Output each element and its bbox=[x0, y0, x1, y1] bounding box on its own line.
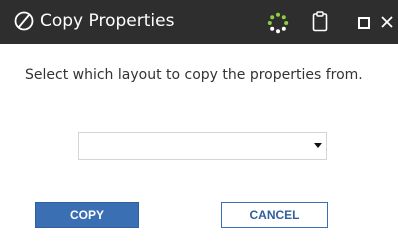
copy-properties-dialog: Copy Properties Select which layout to c… bbox=[0, 0, 398, 247]
instruction-text: Select which layout to copy the properti… bbox=[25, 67, 363, 83]
copy-button[interactable]: COPY bbox=[35, 202, 139, 228]
loading-spinner-icon bbox=[267, 12, 289, 34]
layout-select[interactable] bbox=[78, 132, 327, 160]
maximize-icon[interactable] bbox=[358, 17, 370, 29]
cancel-button[interactable]: CANCEL bbox=[221, 202, 328, 228]
dialog-titlebar: Copy Properties bbox=[0, 0, 398, 44]
dialog-title: Copy Properties bbox=[40, 11, 175, 31]
close-icon[interactable] bbox=[380, 12, 398, 32]
clipboard-icon[interactable] bbox=[312, 11, 328, 32]
dropdown-arrow-icon bbox=[314, 143, 322, 148]
no-entry-icon bbox=[14, 11, 34, 31]
